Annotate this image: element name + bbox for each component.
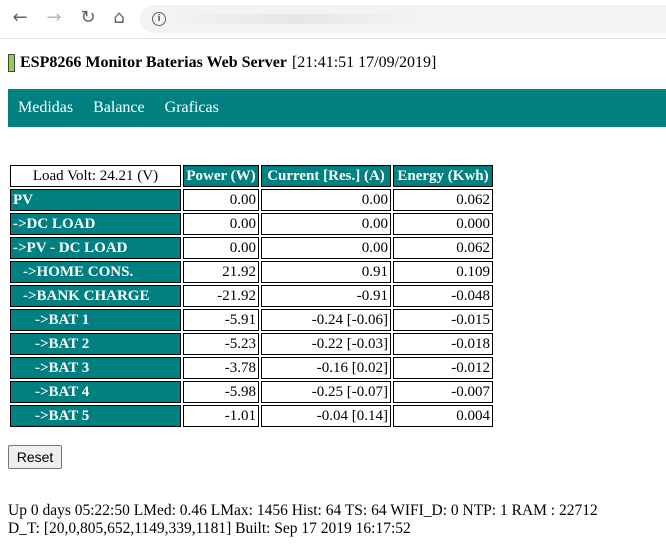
- current-value: -0.04 [0.14]: [261, 405, 391, 427]
- current-value: -0.16 [0.02]: [261, 357, 391, 379]
- nav-menu: Medidas Balance Graficas: [8, 89, 666, 127]
- energy-value: 0.004: [393, 405, 493, 427]
- header-power: Power (W): [183, 165, 259, 187]
- menu-item-medidas[interactable]: Medidas: [18, 99, 73, 117]
- row-label: ->BAT 4: [10, 381, 181, 403]
- current-value: -0.91: [261, 285, 391, 307]
- address-bar[interactable]: i: [140, 5, 666, 33]
- header-current: Current [Res.] (A): [261, 165, 391, 187]
- power-value: 0.00: [183, 237, 259, 259]
- row-label: ->BAT 3: [10, 357, 181, 379]
- power-value: 0.00: [183, 189, 259, 211]
- table-row: ->HOME CONS. 21.92 0.91 0.109: [10, 261, 493, 283]
- row-label: ->PV - DC LOAD: [10, 237, 181, 259]
- energy-value: -0.018: [393, 333, 493, 355]
- forward-arrow-icon[interactable]: →: [42, 6, 66, 30]
- header-energy: Energy (Kwh): [393, 165, 493, 187]
- page-timestamp: [21:41:51 17/09/2019]: [291, 54, 437, 71]
- measurements-table: Load Volt: 24.21 (V) Power (W) Current […: [8, 163, 495, 429]
- reset-button[interactable]: Reset: [8, 445, 62, 469]
- row-label: ->BANK CHARGE: [10, 285, 181, 307]
- table-row: PV 0.00 0.00 0.062: [10, 189, 493, 211]
- status-led-icon: [8, 54, 15, 72]
- url-redacted: [174, 14, 414, 24]
- current-value: -0.25 [-0.07]: [261, 381, 391, 403]
- current-value: 0.91: [261, 261, 391, 283]
- home-icon[interactable]: ⌂: [107, 6, 131, 30]
- current-value: 0.00: [261, 213, 391, 235]
- page-title: ESP8266 Monitor Baterias Web Server: [20, 54, 287, 71]
- power-value: -21.92: [183, 285, 259, 307]
- current-value: 0.00: [261, 189, 391, 211]
- table-header-row: Load Volt: 24.21 (V) Power (W) Current […: [10, 165, 493, 187]
- energy-value: -0.007: [393, 381, 493, 403]
- energy-value: -0.048: [393, 285, 493, 307]
- back-arrow-icon[interactable]: ←: [8, 6, 32, 30]
- power-value: -3.78: [183, 357, 259, 379]
- power-value: -1.01: [183, 405, 259, 427]
- table-row: ->PV - DC LOAD 0.00 0.00 0.062: [10, 237, 493, 259]
- row-label: ->BAT 5: [10, 405, 181, 427]
- table-row: ->BAT 1 -5.91 -0.24 [-0.06] -0.015: [10, 309, 493, 331]
- table-row: ->BANK CHARGE -21.92 -0.91 -0.048: [10, 285, 493, 307]
- power-value: -5.23: [183, 333, 259, 355]
- page-header: ESP8266 Monitor Baterias Web Server [21:…: [8, 52, 436, 74]
- table-row: ->BAT 2 -5.23 -0.22 [-0.03] -0.018: [10, 333, 493, 355]
- energy-value: 0.109: [393, 261, 493, 283]
- menu-item-balance[interactable]: Balance: [93, 99, 145, 117]
- table-row: ->BAT 4 -5.98 -0.25 [-0.07] -0.007: [10, 381, 493, 403]
- energy-value: 0.000: [393, 213, 493, 235]
- power-value: 0.00: [183, 213, 259, 235]
- power-value: 21.92: [183, 261, 259, 283]
- reload-icon[interactable]: ↻: [76, 6, 100, 30]
- info-icon[interactable]: i: [152, 12, 166, 26]
- status-line-uptime: Up 0 days 05:22:50 LMed: 0.46 LMax: 1456…: [8, 502, 598, 519]
- table-row: ->DC LOAD 0.00 0.00 0.000: [10, 213, 493, 235]
- energy-value: -0.012: [393, 357, 493, 379]
- current-value: -0.22 [-0.03]: [261, 333, 391, 355]
- power-value: -5.91: [183, 309, 259, 331]
- browser-toolbar: ← → ↻ ⌂ i: [0, 0, 666, 39]
- energy-value: 0.062: [393, 189, 493, 211]
- power-value: -5.98: [183, 381, 259, 403]
- load-volt-cell: Load Volt: 24.21 (V): [10, 165, 181, 187]
- row-label: ->DC LOAD: [10, 213, 181, 235]
- status-line-build: D_T: [20,0,805,652,1149,339,1181] Built:…: [8, 520, 411, 537]
- menu-item-graficas[interactable]: Graficas: [165, 99, 219, 117]
- table-row: ->BAT 5 -1.01 -0.04 [0.14] 0.004: [10, 405, 493, 427]
- row-label: ->BAT 2: [10, 333, 181, 355]
- table-row: ->BAT 3 -3.78 -0.16 [0.02] -0.012: [10, 357, 493, 379]
- current-value: 0.00: [261, 237, 391, 259]
- row-label: PV: [10, 189, 181, 211]
- current-value: -0.24 [-0.06]: [261, 309, 391, 331]
- energy-value: 0.062: [393, 237, 493, 259]
- row-label: ->BAT 1: [10, 309, 181, 331]
- energy-value: -0.015: [393, 309, 493, 331]
- row-label: ->HOME CONS.: [10, 261, 181, 283]
